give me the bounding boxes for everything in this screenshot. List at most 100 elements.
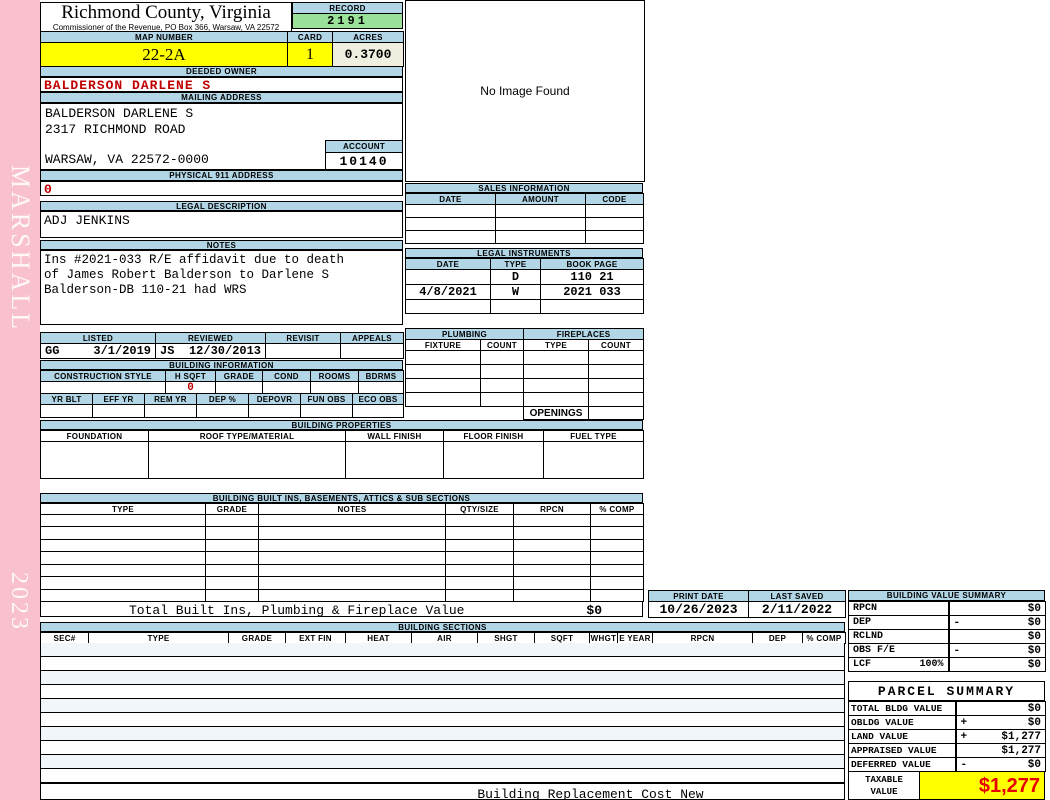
instruments-table: DATE TYPE BOOK PAGE D 110 21 4/8/2021 W …: [405, 258, 644, 314]
card-value: 1: [287, 42, 333, 67]
sec-dep-label: DEP: [752, 632, 803, 644]
builtins-grade-label: GRADE: [205, 503, 259, 515]
physical-address-value: 0: [40, 181, 403, 196]
reviewed-date: 12/30/2013: [188, 344, 261, 358]
property-record-card: MARSHALL 2023 Richmond County, Virginia …: [0, 0, 1050, 800]
building-info-table-1: CONSTRUCTION STYLE H SQFT GRADE COND ROO…: [40, 370, 404, 395]
mailing-line-1: BALDERSON DARLENE S: [45, 106, 194, 121]
physical-address-bar: PHYSICAL 911 ADDRESS: [40, 170, 403, 181]
last-saved-label: LAST SAVED: [748, 590, 846, 602]
notes-line-3: Balderson-DB 110-21 had WRS: [44, 283, 247, 297]
notes-bar: NOTES: [40, 240, 403, 250]
built-ins-table: TYPE GRADE NOTES QTY/SIZE RPCN % COMP: [40, 503, 644, 602]
record-table: RECORD 2191: [292, 2, 403, 29]
bvs-row-value: $0: [1027, 644, 1041, 657]
building-value-summary-table: RPCN $0 DEP - $0 RCLND $0 OBS F/E - $0 L…: [848, 601, 1046, 672]
sec-air-label: AIR: [411, 632, 478, 644]
section-row: [40, 741, 845, 755]
card-label: CARD: [287, 31, 333, 43]
notes-line-2: of James Robert Balderson to Darlene S: [44, 268, 330, 282]
bvs-row-value: $0: [1027, 630, 1041, 643]
plumbing-title: PLUMBING: [404, 328, 525, 340]
fuel-type-label: FUEL TYPE: [543, 430, 644, 442]
plumbing-count-label: COUNT: [479, 339, 525, 351]
fireplace-count-label: COUNT: [588, 339, 645, 351]
parcel-row-label: LAND VALUE: [848, 729, 956, 744]
ecoobs-label: ECO OBS: [352, 393, 404, 405]
building-properties-table: FOUNDATION ROOF TYPE/MATERIAL WALL FINIS…: [40, 430, 644, 479]
record-value: 2191: [292, 13, 403, 29]
map-card-acres-table: MAP NUMBER CARD ACRES 22-2A 1 0.3700: [40, 31, 404, 67]
taxable-value-cell: $1,277: [920, 771, 1045, 800]
sales-bar: SALES INFORMATION: [405, 183, 643, 193]
parcel-row-op: -: [960, 758, 968, 771]
building-value-summary-bar: BUILDING VALUE SUMMARY: [848, 590, 1045, 601]
instrument-row-date: [405, 299, 491, 314]
bvs-row-label: DEP: [853, 617, 872, 628]
building-properties-bar: BUILDING PROPERTIES: [40, 420, 643, 430]
record-label: RECORD: [292, 2, 403, 14]
foundation-label: FOUNDATION: [40, 430, 149, 442]
deeded-owner-value: BALDERSON DARLENE S: [40, 77, 403, 92]
appeals-label: APPEALS: [340, 332, 404, 344]
builtins-comp-label: % COMP: [590, 503, 644, 515]
roof-label: ROOF TYPE/MATERIAL: [148, 430, 346, 442]
taxable-value-row: TAXABLE VALUE $1,277: [848, 771, 1045, 800]
sidebar-strip: MARSHALL 2023: [0, 0, 40, 800]
builtins-notes-label: NOTES: [258, 503, 446, 515]
building-sections-bar: BUILDING SECTIONS: [40, 622, 845, 632]
built-ins-total-value: $0: [586, 603, 602, 617]
parcel-row-value: $1,277: [1001, 744, 1041, 757]
account-value: 10140: [325, 152, 403, 170]
plumbing-fireplaces-table: PLUMBING FIREPLACES FIXTURE COUNT TYPE C…: [404, 328, 645, 420]
sec-num-label: SEC#: [40, 632, 89, 644]
construction-style-label: CONSTRUCTION STYLE: [40, 370, 166, 382]
section-row: [40, 671, 845, 685]
section-row: [40, 769, 845, 783]
building-info-table-2: YR BLT EFF YR REM YR DEP % DEPOVR FUN OB…: [40, 393, 404, 418]
parcel-summary-title: PARCEL SUMMARY: [848, 681, 1045, 701]
effyr-label: EFF YR: [92, 393, 145, 405]
sec-shgt-label: SHGT: [477, 632, 535, 644]
section-row: [40, 699, 845, 713]
sec-eyear-label: E YEAR: [617, 632, 653, 644]
map-number-value: 22-2A: [40, 42, 288, 67]
bdrms-label: BDRMS: [358, 370, 404, 382]
wall-finish-label: WALL FINISH: [345, 430, 444, 442]
instrument-date-label: DATE: [405, 258, 491, 270]
instrument-row-bookpage: 110 21: [540, 269, 644, 285]
rooms-label: ROOMS: [310, 370, 359, 382]
floor-finish-label: FLOOR FINISH: [443, 430, 544, 442]
parcel-row-label: TOTAL BLDG VALUE: [848, 701, 956, 716]
review-table: LISTED REVIEWED REVISIT APPEALS GG 3/1/2…: [40, 332, 404, 359]
notes-block: Ins #2021-033 R/E affidavit due to death…: [40, 250, 403, 325]
print-date-value: 10/26/2023: [648, 601, 749, 618]
fixture-label: FIXTURE: [405, 339, 481, 351]
replacement-cost-row: Building Replacement Cost New: [40, 783, 845, 800]
instrument-row-bookpage: [540, 299, 644, 314]
mailing-line-2: 2317 RICHMOND ROAD: [45, 122, 186, 137]
instrument-type-label: TYPE: [490, 258, 541, 270]
instrument-row-type: W: [490, 284, 541, 300]
section-row: [40, 755, 845, 769]
bvs-row-op: -: [953, 644, 961, 657]
bvs-row-value: $0: [1027, 602, 1041, 615]
parcel-row-value: $0: [1027, 702, 1041, 715]
section-row: [40, 713, 845, 727]
print-info-table: PRINT DATE LAST SAVED 10/26/2023 2/11/20…: [648, 590, 846, 618]
sec-heat-label: HEAT: [345, 632, 412, 644]
reviewed-label: REVIEWED: [155, 332, 266, 344]
fireplace-type-label: TYPE: [523, 339, 590, 351]
taxable-value: $1,277: [978, 775, 1040, 797]
county-subtitle: Commissioner of the Revenue, PO Box 366,…: [52, 23, 280, 31]
bvs-row-value: $0: [1027, 616, 1041, 629]
no-image-text: No Image Found: [480, 84, 570, 98]
bvs-row-extra: 100%: [919, 659, 944, 670]
dep-pct-label: DEP %: [196, 393, 249, 405]
sales-code-label: CODE: [585, 193, 644, 205]
revisit-label: REVISIT: [265, 332, 341, 344]
taxable-value-label: TAXABLE VALUE: [848, 771, 920, 800]
parcel-row-value: $0: [1027, 716, 1041, 729]
instruments-bar: LEGAL INSTRUMENTS: [405, 248, 643, 258]
bvs-row-value: $0: [1027, 658, 1041, 671]
